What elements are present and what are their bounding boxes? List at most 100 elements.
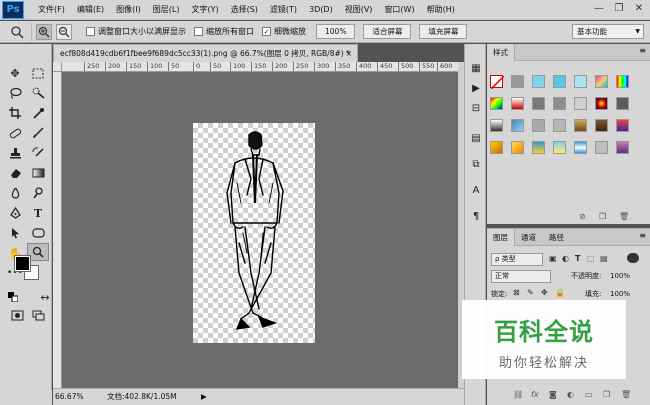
panel-menu-icon[interactable]: ≡ <box>639 231 646 240</box>
clone-stamp-tool[interactable] <box>4 144 26 162</box>
clone-source-icon[interactable]: ⧉ <box>469 158 483 172</box>
new-layer-icon[interactable]: ❐ <box>603 390 610 399</box>
style-swatch[interactable] <box>574 97 587 110</box>
eraser-tool[interactable] <box>4 164 26 182</box>
style-swatch[interactable] <box>595 119 608 132</box>
close-document-icon[interactable]: × <box>346 45 352 62</box>
swap-colors-icon[interactable]: ↔ <box>38 288 52 306</box>
lasso-tool[interactable] <box>4 84 26 102</box>
zoom-in-button[interactable] <box>36 23 52 40</box>
tab-channels[interactable]: 通道 <box>515 229 542 246</box>
quick-mask-button[interactable] <box>6 306 28 324</box>
trash-icon[interactable]: 🗑 <box>619 212 629 221</box>
style-swatch[interactable] <box>595 141 608 154</box>
zoom-all-option[interactable]: 缩放所有窗口 <box>194 26 254 37</box>
layer-mask-icon[interactable]: ◙ <box>549 390 557 399</box>
menu-window[interactable]: 窗口(W) <box>378 0 420 20</box>
style-swatch[interactable] <box>490 97 503 110</box>
zoom-100-button[interactable]: 100% <box>316 24 356 39</box>
layer-effects-icon[interactable]: fx <box>531 390 539 399</box>
histogram-icon[interactable]: ▦ <box>469 62 483 76</box>
style-swatch[interactable] <box>595 75 608 88</box>
style-swatch[interactable] <box>616 75 629 88</box>
scrubby-zoom-checkbox[interactable]: ✓ <box>262 27 271 36</box>
opacity-value[interactable]: 100% <box>610 270 630 282</box>
fill-screen-button[interactable]: 填充屏幕 <box>419 24 468 39</box>
restore-button[interactable]: ❐ <box>612 2 626 16</box>
lock-position-icon[interactable]: ✥ <box>541 288 548 297</box>
menu-file[interactable]: 文件(F) <box>32 0 71 20</box>
style-swatch[interactable] <box>574 119 587 132</box>
foreground-color-swatch[interactable] <box>14 255 31 272</box>
paragraph-icon[interactable]: ¶ <box>469 210 483 224</box>
style-swatch[interactable] <box>532 75 545 88</box>
menu-select[interactable]: 选择(S) <box>225 0 264 20</box>
resize-windows-checkbox[interactable] <box>86 27 95 36</box>
quick-select-tool[interactable] <box>27 84 49 102</box>
style-swatch[interactable] <box>574 75 587 88</box>
blur-tool[interactable] <box>4 184 26 202</box>
pixel-filter-icon[interactable]: ▣ <box>549 254 557 263</box>
close-button[interactable]: ✕ <box>632 2 646 16</box>
style-swatch[interactable] <box>616 97 629 110</box>
adjustment-layer-icon[interactable]: ◐ <box>567 390 574 399</box>
zoom-tool-preset[interactable] <box>4 22 32 41</box>
shape-tool[interactable] <box>27 224 49 242</box>
vertical-ruler[interactable] <box>53 72 62 388</box>
lock-transparency-icon[interactable]: ⊠ <box>513 288 520 297</box>
path-selection-tool[interactable] <box>4 224 26 242</box>
character-icon[interactable]: A <box>469 184 483 198</box>
style-swatch-none[interactable] <box>490 75 505 90</box>
new-group-icon[interactable]: ▭ <box>585 390 593 399</box>
fill-value[interactable]: 100% <box>610 288 630 300</box>
workspace-select[interactable]: 基本功能 ▼ <box>572 24 644 39</box>
style-swatch[interactable] <box>553 141 566 154</box>
minimize-button[interactable]: — <box>592 2 606 16</box>
style-swatch[interactable] <box>490 141 503 154</box>
style-swatch[interactable] <box>532 97 545 110</box>
menu-help[interactable]: 帮助(H) <box>421 0 461 20</box>
style-swatch[interactable] <box>511 97 524 110</box>
history-brush-tool[interactable] <box>27 144 49 162</box>
new-style-icon[interactable]: ❐ <box>599 212 606 221</box>
menu-layer[interactable]: 图层(L) <box>147 0 186 20</box>
tab-paths[interactable]: 路径 <box>543 229 570 246</box>
shape-filter-icon[interactable]: ⬚ <box>587 254 595 263</box>
properties-icon[interactable]: ⊟ <box>469 102 483 116</box>
adjustment-filter-icon[interactable]: ◐ <box>562 254 569 263</box>
delete-layer-icon[interactable]: 🗑 <box>621 390 631 399</box>
menu-type[interactable]: 文字(Y) <box>185 0 224 20</box>
menu-edit[interactable]: 编辑(E) <box>71 0 110 20</box>
style-swatch[interactable] <box>595 97 608 110</box>
resize-windows-option[interactable]: 调整窗口大小以满屏显示 <box>86 26 186 37</box>
move-tool[interactable]: ✥ <box>4 64 26 82</box>
document-tab[interactable]: ecf808d419cdb6f1fbee9f689dc5cc33(1).png … <box>53 44 358 62</box>
link-layers-icon[interactable]: ⛓ <box>513 390 523 399</box>
zoom-tool[interactable] <box>27 243 49 261</box>
screen-mode-button[interactable] <box>27 306 49 324</box>
type-tool[interactable]: T <box>27 204 49 222</box>
style-swatch[interactable] <box>532 141 545 154</box>
tab-layers[interactable]: 图层 <box>487 229 515 246</box>
style-swatch[interactable] <box>532 119 545 132</box>
play-actions-icon[interactable]: ▶ <box>469 82 483 96</box>
eyedropper-tool[interactable] <box>27 104 49 122</box>
zoom-all-checkbox[interactable] <box>194 27 203 36</box>
menu-filter[interactable]: 滤镜(T) <box>264 0 303 20</box>
menu-3d[interactable]: 3D(D) <box>303 0 339 20</box>
style-swatch[interactable] <box>490 119 503 132</box>
zoom-out-button[interactable] <box>56 23 72 40</box>
lock-all-icon[interactable]: 🔒 <box>555 288 565 297</box>
style-swatch[interactable] <box>553 97 566 110</box>
document-canvas[interactable] <box>193 123 315 343</box>
crop-tool[interactable] <box>4 104 26 122</box>
status-menu-arrow-icon[interactable]: ▶ <box>201 389 207 405</box>
canvas-area[interactable] <box>62 72 458 388</box>
style-swatch[interactable] <box>553 75 566 88</box>
layer-kind-filter[interactable]: ρ 类型 <box>491 253 543 266</box>
style-swatch[interactable] <box>511 141 524 154</box>
style-swatch[interactable] <box>616 119 629 132</box>
style-swatch[interactable] <box>574 141 587 154</box>
menu-image[interactable]: 图像(I) <box>110 0 147 20</box>
blend-mode-select[interactable]: 正常 <box>491 270 551 283</box>
